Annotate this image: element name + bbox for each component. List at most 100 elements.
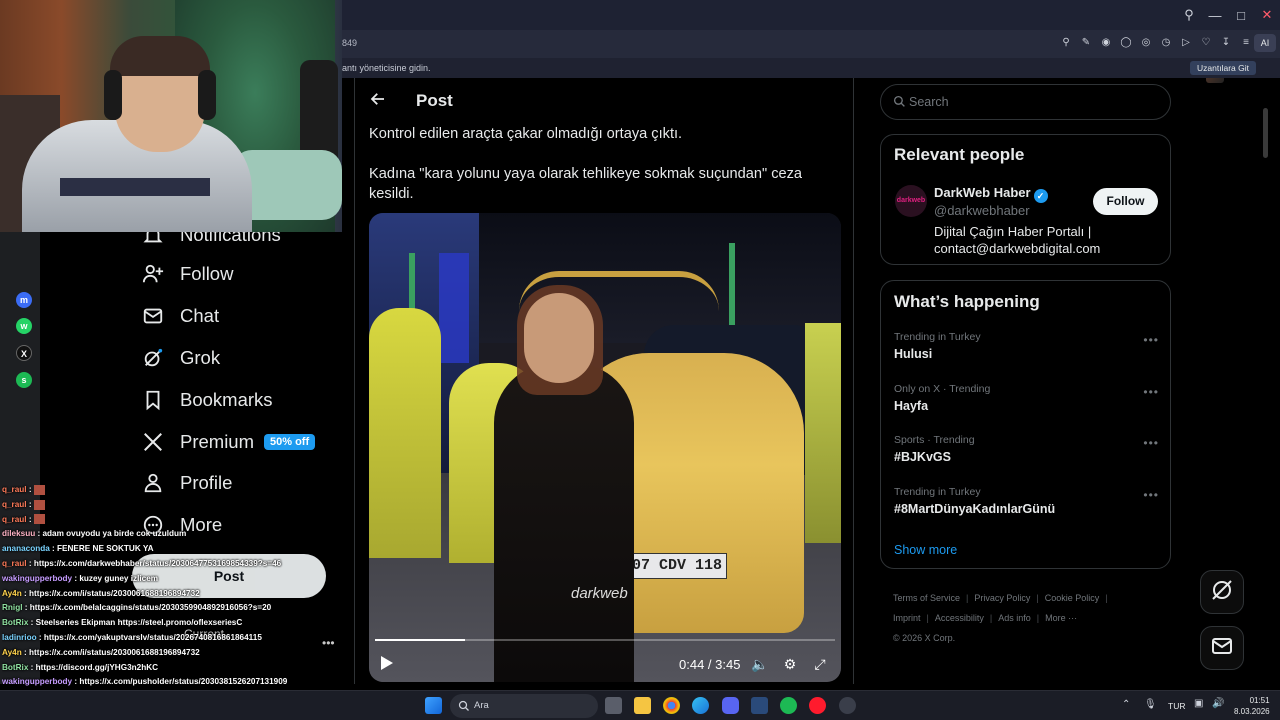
webcam-headset-right xyxy=(198,70,216,120)
maximize-button[interactable]: □ xyxy=(1228,8,1254,23)
chat-username[interactable]: wakingupperbody xyxy=(2,677,72,686)
footer-link[interactable]: Accessibility xyxy=(935,613,984,623)
chat-username[interactable]: ladinrioo xyxy=(2,633,37,642)
task-view-icon[interactable] xyxy=(605,697,622,714)
trend-item[interactable]: Trending in Turkey #8MartDünyaKadınlarGü… xyxy=(894,486,1159,526)
volume-icon[interactable]: 🔊 xyxy=(1212,698,1224,709)
messenger-icon[interactable]: m xyxy=(16,292,32,308)
chat-username[interactable]: Rnigl xyxy=(2,603,22,612)
camera-icon[interactable]: ◉ xyxy=(1098,35,1114,51)
whats-happening-title: What’s happening xyxy=(894,292,1040,311)
obs-icon[interactable] xyxy=(839,697,856,714)
chat-message: ananaconda : FENERE NE SOKTUK YA xyxy=(2,542,340,557)
nav-bookmarks[interactable]: Bookmarks xyxy=(140,385,273,415)
play-icon[interactable] xyxy=(381,656,393,670)
network-icon[interactable]: ▣ xyxy=(1194,698,1203,709)
avatar[interactable]: darkweb xyxy=(895,185,927,217)
ai-button[interactable]: AI xyxy=(1254,34,1276,52)
trend-meta: Trending in Turkey xyxy=(894,331,981,343)
chat-username[interactable]: BotRix xyxy=(2,663,28,672)
play-icon[interactable]: ▷ xyxy=(1178,35,1194,51)
chat-username[interactable]: Ay4n xyxy=(2,589,22,598)
footer-link[interactable]: More ··· xyxy=(1045,613,1077,623)
search-input[interactable]: Search xyxy=(880,84,1171,120)
search-icon xyxy=(893,95,907,109)
opera-icon[interactable] xyxy=(809,697,826,714)
nav-grok[interactable]: Grok xyxy=(140,343,220,373)
windows-start-icon[interactable] xyxy=(425,697,442,714)
person-name-row[interactable]: DarkWeb Haber ✓ xyxy=(934,185,1048,203)
footer-link[interactable]: Terms of Service xyxy=(893,593,960,603)
chat-username[interactable]: wakingupperbody xyxy=(2,574,72,583)
file-explorer-icon[interactable] xyxy=(634,697,651,714)
taskbar-clock[interactable]: 01:51 8.03.2026 xyxy=(1234,695,1270,717)
footer-link[interactable]: Privacy Policy xyxy=(974,593,1030,603)
nav-follow[interactable]: Follow xyxy=(140,259,233,289)
trend-item[interactable]: Only on X · Trending Hayfa ••• xyxy=(894,383,1159,423)
vpn-icon[interactable]: ◎ xyxy=(1138,35,1154,51)
chat-text: : https://x.com/pusholder/status/2030381… xyxy=(72,677,288,687)
footer-link[interactable]: Imprint xyxy=(893,613,921,623)
url-text[interactable]: 849 xyxy=(342,38,357,48)
trend-name: #BJKvGS xyxy=(894,450,951,464)
show-more-link[interactable]: Show more xyxy=(894,543,957,557)
steam-icon[interactable] xyxy=(751,697,768,714)
chrome-icon[interactable] xyxy=(663,697,680,714)
edge-icon[interactable] xyxy=(692,697,709,714)
language-indicator[interactable]: TUR xyxy=(1168,701,1185,711)
chat-text: : https://x.com/i/status/203006168819689… xyxy=(21,647,200,657)
video-player[interactable]: 07 CDV 118 darkweb 0:44 / 3:45 🔈 ⚙ ⤢ xyxy=(369,213,841,682)
taskbar-search[interactable]: Ara xyxy=(450,694,598,718)
chat-username[interactable]: q_raul xyxy=(2,485,27,494)
chevron-up-icon[interactable]: ⌃ xyxy=(1122,699,1130,710)
zoom-icon[interactable]: ⚲ xyxy=(1058,35,1074,51)
nav-premium[interactable]: Premium 50% off xyxy=(140,427,316,457)
trend-more-icon[interactable]: ••• xyxy=(1143,436,1159,450)
chat-username[interactable]: q_raul xyxy=(2,559,27,568)
clock-icon[interactable]: ◷ xyxy=(1158,35,1174,51)
trend-more-icon[interactable]: ••• xyxy=(1143,385,1159,399)
trend-item[interactable]: Sports · Trending #BJKvGS ••• xyxy=(894,434,1159,474)
trend-item[interactable]: Trending in Turkey Hulusi ••• xyxy=(894,331,1159,371)
minimize-button[interactable]: — xyxy=(1202,8,1228,23)
chat-username[interactable]: q_raul xyxy=(2,500,27,509)
back-arrow-icon[interactable] xyxy=(369,90,389,110)
whatsapp-icon[interactable]: w xyxy=(16,318,32,334)
chat-username[interactable]: Ay4n xyxy=(2,648,22,657)
page-scrollbar[interactable] xyxy=(1263,108,1268,158)
edit-icon[interactable]: ✎ xyxy=(1078,35,1094,51)
browser-search-icon[interactable]: ⚲ xyxy=(1176,7,1202,23)
chat-username[interactable]: BotRix xyxy=(2,618,28,627)
x-app-icon[interactable]: X xyxy=(16,345,32,361)
discord-icon[interactable] xyxy=(722,697,739,714)
messages-fab-button[interactable] xyxy=(1200,626,1244,670)
chat-message: Ay4n : https://x.com/i/status/2030061688… xyxy=(2,587,340,602)
nav-label: Bookmarks xyxy=(180,389,273,410)
footer-link[interactable]: Ads info xyxy=(998,613,1031,623)
volume-icon[interactable]: 🔈 xyxy=(751,655,769,673)
menu-icon[interactable]: ≡ xyxy=(1238,35,1254,51)
trend-name: #8MartDünyaKadınlarGünü xyxy=(894,502,1056,516)
heart-icon[interactable]: ♡ xyxy=(1198,35,1214,51)
trend-meta: Only on X · Trending xyxy=(894,383,991,395)
follow-button[interactable]: Follow xyxy=(1093,188,1158,215)
person-handle[interactable]: @darkwebhaber xyxy=(934,203,1030,218)
spotify-icon[interactable] xyxy=(780,697,797,714)
shield-icon[interactable]: ◯ xyxy=(1118,35,1134,51)
fullscreen-icon[interactable]: ⤢ xyxy=(811,655,829,673)
spotify-icon[interactable]: s xyxy=(16,372,32,388)
chat-username[interactable]: dileksuu xyxy=(2,529,35,538)
chat-username[interactable]: q_raul xyxy=(2,515,27,524)
footer-link[interactable]: Cookie Policy xyxy=(1045,593,1100,603)
download-icon[interactable]: ↧ xyxy=(1218,35,1234,51)
close-button[interactable]: ✕ xyxy=(1254,7,1280,23)
video-progress-bar[interactable] xyxy=(375,639,835,641)
microphone-icon[interactable]: 🎙 xyxy=(1144,699,1157,710)
nav-chat[interactable]: Chat xyxy=(140,301,219,331)
trend-more-icon[interactable]: ••• xyxy=(1143,333,1159,347)
settings-gear-icon[interactable]: ⚙ xyxy=(781,655,799,673)
chat-username[interactable]: ananaconda xyxy=(2,544,50,553)
grok-fab-button[interactable] xyxy=(1200,570,1244,614)
go-to-extensions-button[interactable]: Uzantılara Git xyxy=(1190,61,1256,75)
trend-more-icon[interactable]: ••• xyxy=(1143,488,1159,502)
